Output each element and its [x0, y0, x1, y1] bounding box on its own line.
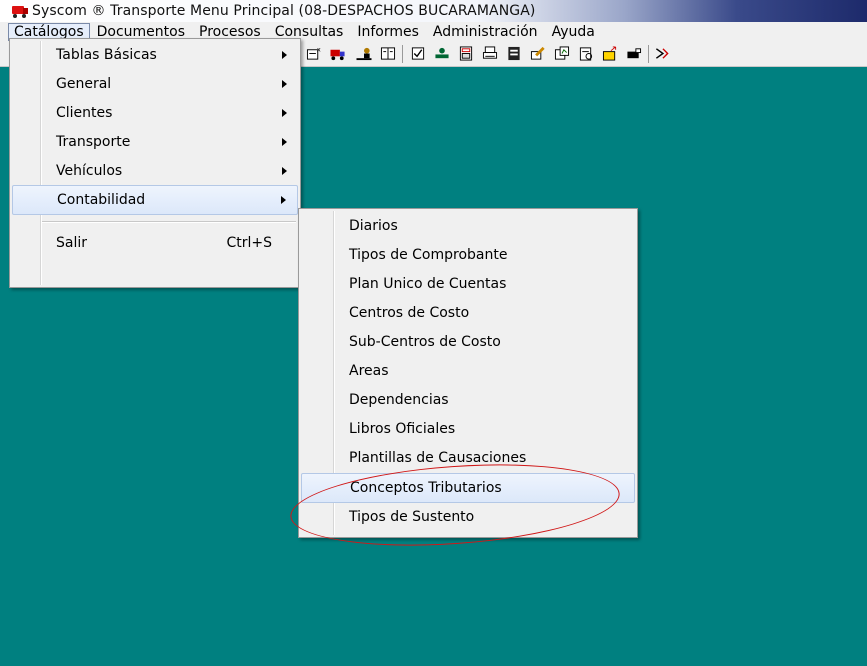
menu-item-transporte[interactable]: Transporte	[12, 128, 298, 156]
truck-icon[interactable]	[330, 46, 346, 61]
chart-icon[interactable]	[554, 46, 570, 61]
menu-item-label: Salir	[56, 235, 88, 251]
submenu-arrow-icon	[282, 138, 287, 146]
menu-item-label: Plan Unico de Cuentas	[349, 276, 507, 292]
window-title: Syscom ® Transporte Menu Principal (08-D…	[32, 3, 536, 19]
menu-item-libros-oficiales[interactable]: Libros Oficiales	[301, 415, 635, 443]
menu-item-label: Centros de Costo	[349, 305, 470, 321]
menu-item-label: Tablas Básicas	[56, 47, 157, 63]
catalogos-menu: Tablas Básicas General Clientes Transpor…	[9, 38, 301, 288]
menu-item-salir[interactable]: Salir Ctrl+S	[12, 229, 298, 257]
menu-item-vehiculos[interactable]: Vehículos	[12, 157, 298, 185]
menu-separator	[42, 221, 296, 223]
contabilidad-submenu: Diarios Tipos de Comprobante Plan Unico …	[298, 208, 638, 538]
menu-item-plan-unico-de-cuentas[interactable]: Plan Unico de Cuentas	[301, 270, 635, 298]
folder-icon[interactable]	[602, 46, 618, 61]
check-icon[interactable]	[410, 46, 426, 61]
calculator-icon[interactable]	[458, 46, 474, 61]
truck-icon	[12, 4, 28, 18]
menu-item-label: Clientes	[56, 105, 113, 121]
calendar-icon[interactable]	[506, 46, 522, 61]
submenu-arrow-icon	[282, 109, 287, 117]
key-icon[interactable]	[626, 46, 642, 61]
menu-administracion[interactable]: Administración	[426, 23, 545, 41]
menu-item-label: General	[56, 76, 112, 92]
menu-item-label: Sub-Centros de Costo	[349, 334, 501, 350]
road-icon[interactable]	[434, 46, 450, 61]
menu-item-label: Diarios	[349, 218, 398, 234]
printer-icon[interactable]	[482, 46, 498, 61]
menu-item-diarios[interactable]: Diarios	[301, 212, 635, 240]
user-icon[interactable]	[356, 46, 372, 61]
menu-item-label: Vehículos	[56, 163, 123, 179]
submenu-arrow-icon	[282, 51, 287, 59]
menu-item-tipos-de-comprobante[interactable]: Tipos de Comprobante	[301, 241, 635, 269]
toolbar-separator	[648, 45, 649, 63]
submenu-arrow-icon	[282, 80, 287, 88]
menu-item-conceptos-tributarios[interactable]: Conceptos Tributarios	[301, 473, 635, 503]
menu-item-label: Tipos de Sustento	[349, 509, 475, 525]
submenu-arrow-icon	[282, 167, 287, 175]
menu-item-contabilidad[interactable]: Contabilidad	[12, 185, 298, 215]
menu-item-dependencias[interactable]: Dependencias	[301, 386, 635, 414]
menu-item-label: Libros Oficiales	[349, 421, 456, 437]
menu-item-tablas-basicas[interactable]: Tablas Básicas	[12, 41, 298, 69]
pencil-icon[interactable]	[530, 46, 546, 61]
menu-informes[interactable]: Informes	[350, 23, 426, 41]
book-icon[interactable]	[380, 46, 396, 61]
svg-text:x: x	[317, 46, 321, 54]
toolbar-separator	[402, 45, 403, 63]
menu-item-plantillas-de-causaciones[interactable]: Plantillas de Causaciones	[301, 444, 635, 472]
menu-item-tipos-de-sustento[interactable]: Tipos de Sustento	[301, 503, 635, 531]
submenu-arrow-icon	[281, 196, 286, 204]
exit-icon[interactable]	[654, 46, 670, 61]
menu-item-centros-de-costo[interactable]: Centros de Costo	[301, 299, 635, 327]
menu-item-label: Dependencias	[349, 392, 449, 408]
menu-item-sub-centros-de-costo[interactable]: Sub-Centros de Costo	[301, 328, 635, 356]
menu-item-label: Contabilidad	[57, 192, 146, 208]
menu-item-general[interactable]: General	[12, 70, 298, 98]
menu-item-label: Conceptos Tributarios	[350, 480, 502, 496]
report-icon[interactable]	[578, 46, 594, 61]
menu-item-label: Areas	[349, 363, 389, 379]
title-bar: Syscom ® Transporte Menu Principal (08-D…	[0, 0, 867, 22]
list-icon[interactable]: x	[306, 46, 322, 61]
menu-item-areas[interactable]: Areas	[301, 357, 635, 385]
menu-item-label: Plantillas de Causaciones	[349, 450, 527, 466]
menu-ayuda[interactable]: Ayuda	[545, 23, 602, 41]
menu-item-label: Tipos de Comprobante	[349, 247, 508, 263]
menu-item-clientes[interactable]: Clientes	[12, 99, 298, 127]
menu-item-label: Transporte	[56, 134, 131, 150]
shortcut-label: Ctrl+S	[226, 235, 272, 251]
